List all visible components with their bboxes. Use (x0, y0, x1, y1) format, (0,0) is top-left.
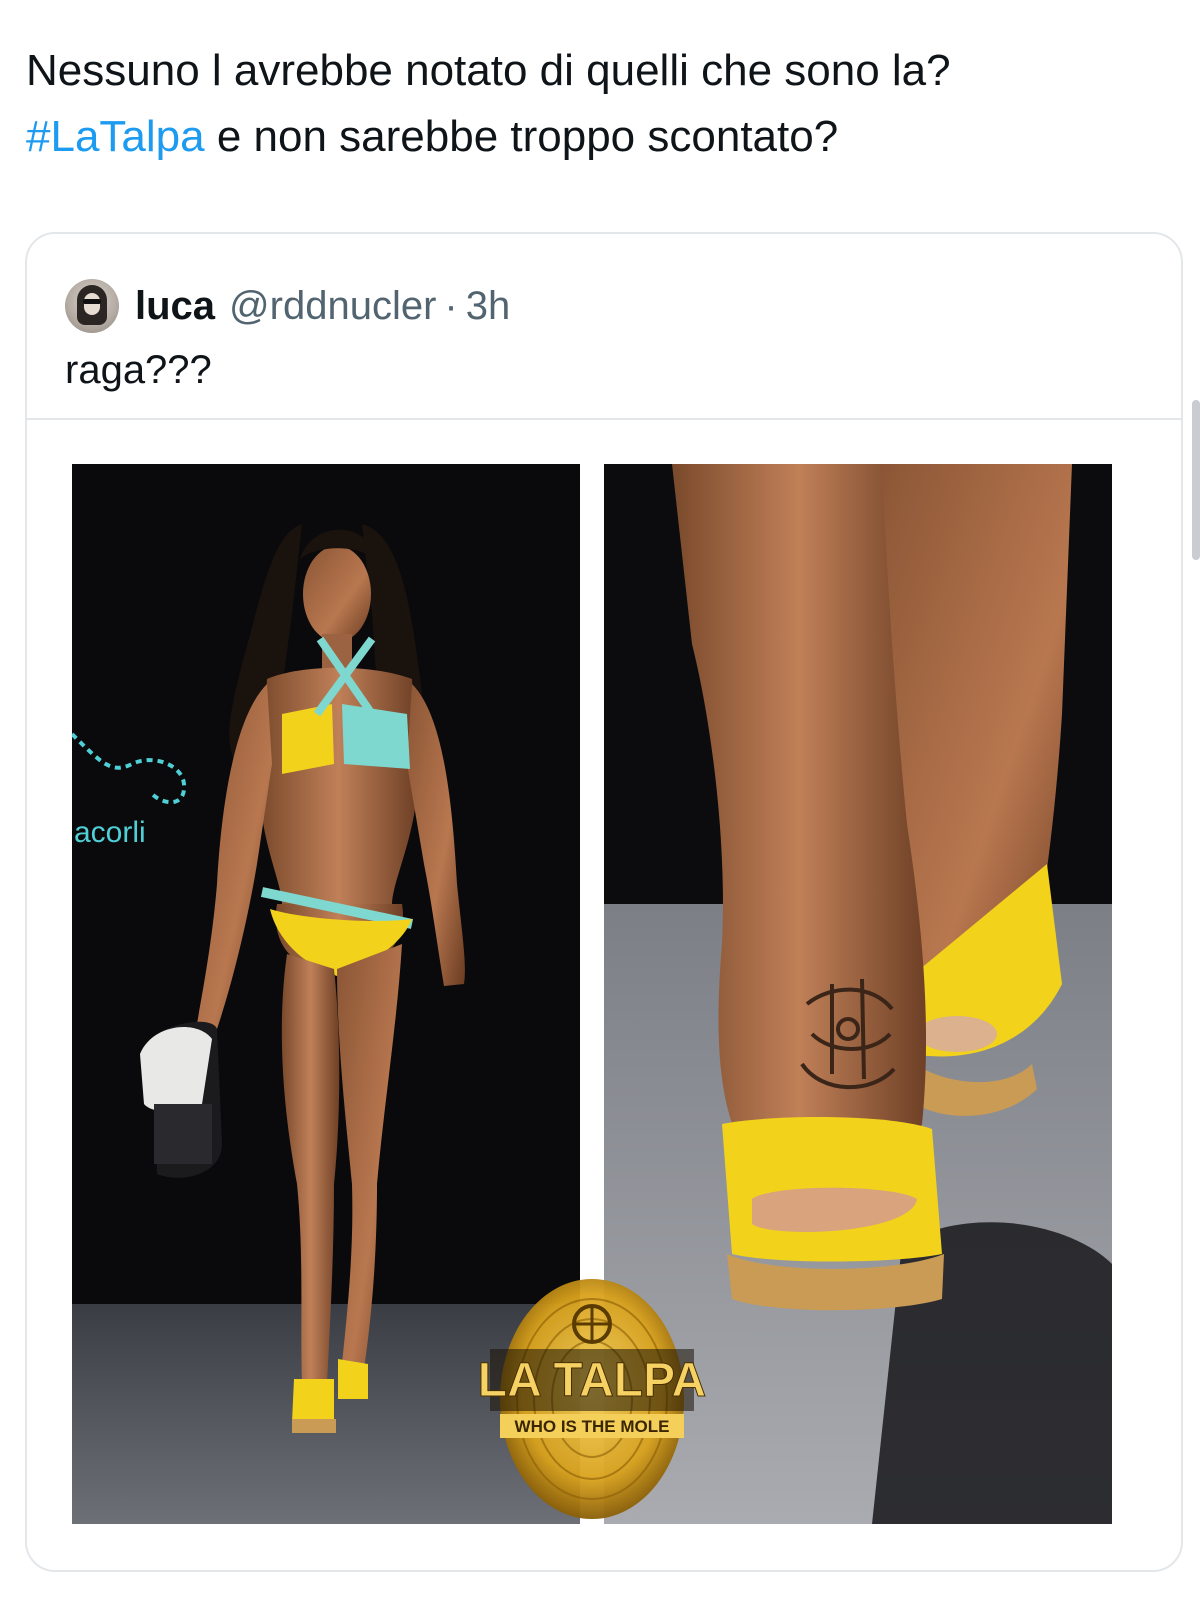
tweet-text-line-1: Nessuno l avrebbe notato di quelli che s… (26, 46, 951, 95)
quoted-tweet-card[interactable]: luca @rddnucler · 3h raga??? acorli LA T… (25, 232, 1183, 1572)
timestamp[interactable]: 3h (466, 284, 511, 329)
quoted-tweet-text: raga??? (65, 348, 212, 392)
scrollbar[interactable] (1192, 400, 1200, 560)
tweet-text-line-2-rest: e non sarebbe troppo scontato? (204, 112, 839, 161)
media-collage: acorli LA TALPA WHO IS THE MOLE (72, 464, 1112, 1524)
avatar[interactable] (65, 279, 119, 333)
logo-subtitle: WHO IS THE MOLE (515, 1417, 670, 1436)
quoted-tweet-media[interactable]: acorli LA TALPA WHO IS THE MOLE (72, 464, 1112, 1524)
backdrop-text: acorli (74, 816, 146, 849)
hashtag-link[interactable]: #LaTalpa (26, 112, 205, 161)
tweet-text: Nessuno l avrebbe notato di quelli che s… (26, 38, 1156, 170)
logo-title: LA TALPA (478, 1354, 706, 1407)
display-name[interactable]: luca (135, 284, 215, 329)
tweet-text-line-2: #LaTalpa e non sarebbe troppo scontato? (26, 104, 1156, 170)
separator-dot: · (444, 283, 458, 328)
divider (27, 418, 1181, 420)
user-handle[interactable]: @rddnucler (229, 284, 436, 329)
quoted-tweet-header: luca @rddnucler · 3h (65, 278, 510, 334)
